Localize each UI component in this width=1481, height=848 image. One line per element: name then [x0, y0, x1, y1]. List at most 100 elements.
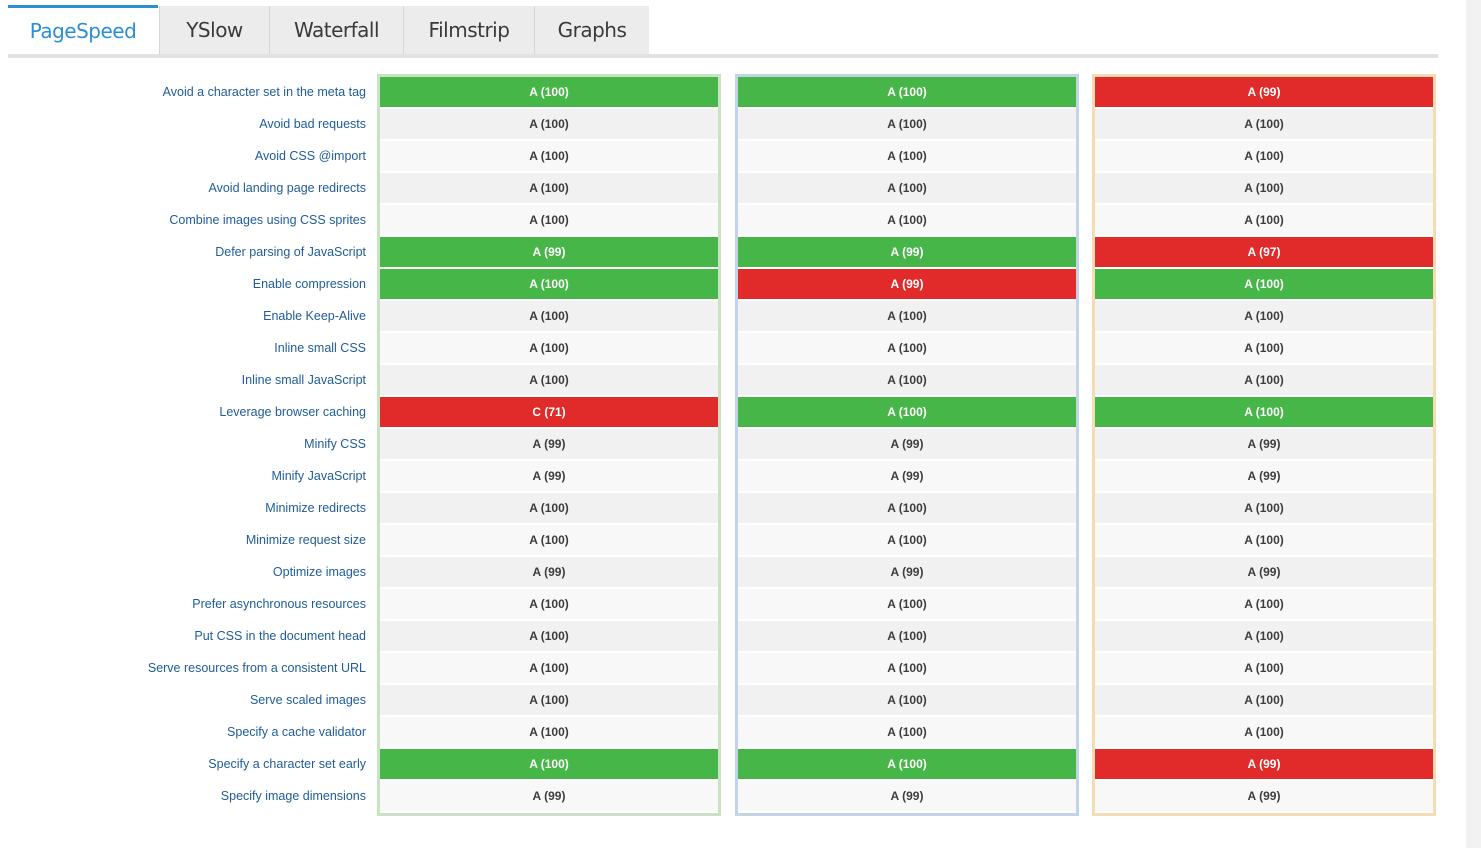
score-cell: A (100) — [380, 173, 718, 203]
score-cell: A (100) — [738, 301, 1076, 331]
results-column-2: A (100) A (100) A (100) A (100) A (100) A (99… — [735, 74, 1079, 816]
score-cell: A (100) — [738, 621, 1076, 651]
score-cell: A (100) — [1095, 589, 1433, 619]
score-cell: A (100) — [738, 77, 1076, 107]
score-cell: A (99) — [1095, 461, 1433, 491]
tab-filmstrip[interactable]: Filmstrip — [403, 6, 534, 54]
score-cell: A (100) — [380, 685, 718, 715]
score-cell: A (99) — [1095, 557, 1433, 587]
score-cell: A (100) — [380, 621, 718, 651]
score-cell: A (100) — [380, 717, 718, 747]
tab-graphs[interactable]: Graphs — [534, 6, 649, 54]
tab-pagespeed[interactable]: PageSpeed — [8, 5, 158, 54]
score-cell: A (99) — [738, 461, 1076, 491]
score-cell: A (100) — [1095, 109, 1433, 139]
score-cell: A (100) — [380, 141, 718, 171]
rule-label[interactable]: Specify a cache validator — [0, 716, 366, 748]
score-cell: A (100) — [738, 525, 1076, 555]
score-cell: A (100) — [380, 77, 718, 107]
score-cell: A (100) — [738, 397, 1076, 427]
score-cell: A (97) — [1095, 237, 1433, 267]
score-cell: A (100) — [1095, 173, 1433, 203]
score-cell: A (99) — [1095, 749, 1433, 779]
tab-bar: PageSpeed YSlow Waterfall Filmstrip Grap… — [8, 5, 1438, 58]
score-cell: A (99) — [738, 557, 1076, 587]
score-cell: A (100) — [380, 109, 718, 139]
score-cell: A (100) — [380, 589, 718, 619]
score-cell: A (100) — [1095, 685, 1433, 715]
rule-label[interactable]: Serve scaled images — [0, 684, 366, 716]
score-cell: A (100) — [738, 749, 1076, 779]
score-cell: A (99) — [380, 781, 718, 811]
score-cell: A (100) — [1095, 205, 1433, 235]
score-cell: A (100) — [738, 717, 1076, 747]
score-cell: A (100) — [1095, 493, 1433, 523]
score-cell: A (100) — [1095, 333, 1433, 363]
score-cell: A (100) — [1095, 301, 1433, 331]
score-cell: A (100) — [380, 493, 718, 523]
rule-label[interactable]: Defer parsing of JavaScript — [0, 236, 366, 268]
score-cell: A (100) — [738, 685, 1076, 715]
score-cell: A (100) — [738, 653, 1076, 683]
score-cell: A (100) — [738, 333, 1076, 363]
score-cell: A (100) — [738, 493, 1076, 523]
score-cell: A (100) — [1095, 365, 1433, 395]
score-cell: A (100) — [738, 365, 1076, 395]
rule-label[interactable]: Inline small JavaScript — [0, 364, 366, 396]
scrollbar-track[interactable] — [1466, 0, 1481, 848]
score-cell: A (99) — [1095, 429, 1433, 459]
results-column-1: A (100) A (100) A (100) A (100) A (100) A (99… — [377, 74, 721, 816]
score-cell: A (100) — [380, 205, 718, 235]
rule-label[interactable]: Avoid landing page redirects — [0, 172, 366, 204]
rule-label[interactable]: Minimize redirects — [0, 492, 366, 524]
score-cell: A (100) — [1095, 397, 1433, 427]
score-cell: A (100) — [738, 109, 1076, 139]
rule-labels: Avoid a character set in the meta tag Avo… — [0, 76, 366, 812]
score-cell: A (100) — [1095, 621, 1433, 651]
tab-yslow[interactable]: YSlow — [159, 6, 269, 54]
score-cell: A (100) — [380, 301, 718, 331]
results-column-3: A (99) A (100) A (100) A (100) A (100) A (97)… — [1092, 74, 1436, 816]
rule-label[interactable]: Specify image dimensions — [0, 780, 366, 812]
score-cell: A (100) — [380, 525, 718, 555]
score-cell: A (100) — [1095, 269, 1433, 299]
score-cell: A (99) — [380, 429, 718, 459]
score-cell: A (100) — [380, 269, 718, 299]
score-cell: A (99) — [380, 461, 718, 491]
rule-label[interactable]: Minify CSS — [0, 428, 366, 460]
rule-label[interactable]: Avoid a character set in the meta tag — [0, 76, 366, 108]
rule-label[interactable]: Enable Keep-Alive — [0, 300, 366, 332]
score-cell: A (99) — [738, 237, 1076, 267]
rule-label[interactable]: Avoid CSS @import — [0, 140, 366, 172]
score-cell: A (99) — [738, 269, 1076, 299]
score-cell: A (99) — [738, 429, 1076, 459]
tab-waterfall[interactable]: Waterfall — [269, 6, 403, 54]
score-cell: A (100) — [1095, 653, 1433, 683]
score-cell: A (100) — [738, 589, 1076, 619]
rule-label[interactable]: Inline small CSS — [0, 332, 366, 364]
score-cell: A (100) — [1095, 141, 1433, 171]
score-cell: A (100) — [380, 365, 718, 395]
score-cell: A (99) — [380, 557, 718, 587]
score-cell: A (99) — [1095, 781, 1433, 811]
rule-label[interactable]: Optimize images — [0, 556, 366, 588]
rule-label[interactable]: Avoid bad requests — [0, 108, 366, 140]
score-cell: A (100) — [380, 653, 718, 683]
rule-label[interactable]: Leverage browser caching — [0, 396, 366, 428]
rule-label[interactable]: Enable compression — [0, 268, 366, 300]
rule-label[interactable]: Combine images using CSS sprites — [0, 204, 366, 236]
rule-label[interactable]: Serve resources from a consistent URL — [0, 652, 366, 684]
score-cell: A (100) — [738, 205, 1076, 235]
rule-label[interactable]: Specify a character set early — [0, 748, 366, 780]
rule-label[interactable]: Prefer asynchronous resources — [0, 588, 366, 620]
score-cell: A (100) — [1095, 525, 1433, 555]
rule-label[interactable]: Minimize request size — [0, 524, 366, 556]
score-cell: A (100) — [738, 173, 1076, 203]
score-cell: A (100) — [738, 141, 1076, 171]
score-cell: A (100) — [1095, 717, 1433, 747]
score-cell: A (99) — [1095, 77, 1433, 107]
rule-label[interactable]: Put CSS in the document head — [0, 620, 366, 652]
rule-label[interactable]: Minify JavaScript — [0, 460, 366, 492]
score-cell: A (99) — [738, 781, 1076, 811]
score-cell: A (100) — [380, 749, 718, 779]
